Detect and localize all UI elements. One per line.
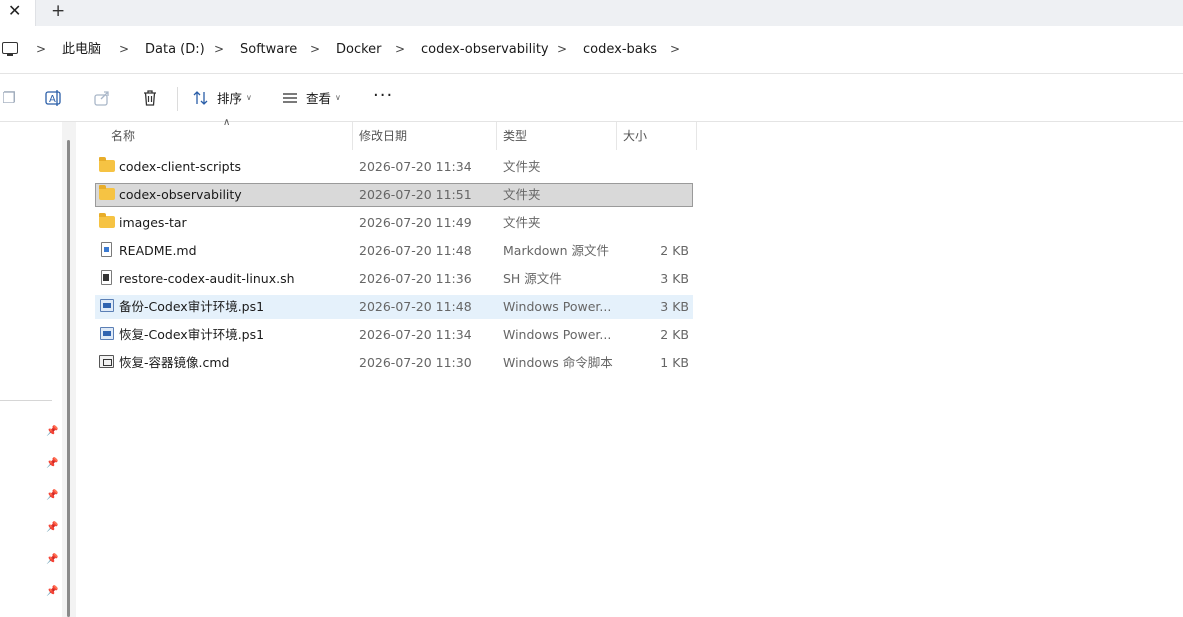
file-type: Windows Power... <box>503 327 612 342</box>
chevron-right-icon[interactable]: > <box>119 40 129 58</box>
column-name[interactable]: 名称 <box>111 129 135 143</box>
file-name: codex-client-scripts <box>119 159 242 174</box>
sort-icon[interactable] <box>192 89 210 107</box>
file-name: images-tar <box>119 215 187 230</box>
pin-icon[interactable]: 📌 <box>46 458 58 470</box>
column-header: 名称 修改日期 类型 大小 <box>78 122 698 150</box>
chevron-right-icon[interactable]: > <box>36 40 46 58</box>
file-row-codex-client-scripts[interactable]: codex-client-scripts 2026-07-20 11:34 文件… <box>95 155 693 179</box>
file-date: 2026-07-20 11:48 <box>359 299 472 314</box>
powershell-file-icon <box>100 299 114 312</box>
more-options-button[interactable]: ··· <box>373 87 393 105</box>
rename-icon[interactable]: A <box>45 89 63 107</box>
markdown-file-icon <box>101 242 112 257</box>
folder-icon <box>99 157 115 172</box>
tab-strip: ✕ + <box>0 0 1183 26</box>
chevron-right-icon[interactable]: > <box>214 40 224 58</box>
file-name: 恢复-Codex审计环境.ps1 <box>119 327 265 342</box>
chevron-down-icon[interactable]: ∨ <box>246 90 252 106</box>
file-date: 2026-07-20 11:34 <box>359 327 472 342</box>
view-icon[interactable] <box>281 89 299 107</box>
file-type: SH 源文件 <box>503 271 562 286</box>
chevron-right-icon[interactable]: > <box>557 40 567 58</box>
breadcrumb-this-pc[interactable]: 此电脑 <box>62 41 101 59</box>
file-date: 2026-07-20 11:30 <box>359 355 472 370</box>
active-tab[interactable]: ✕ <box>0 0 36 26</box>
breadcrumb-software[interactable]: Software <box>240 41 297 59</box>
copy-icon[interactable]: ❐ <box>0 89 18 107</box>
file-name: codex-observability <box>119 187 242 202</box>
file-row-codex-observability[interactable]: codex-observability 2026-07-20 11:51 文件夹 <box>95 183 693 207</box>
file-size: 2 KB <box>660 243 689 258</box>
column-divider[interactable] <box>696 122 697 150</box>
navigation-pane: 📌 📌 📌 📌 📌 📌 <box>0 122 62 617</box>
file-date: 2026-07-20 11:34 <box>359 159 472 174</box>
folder-icon <box>99 213 115 228</box>
file-row-restore-cmd[interactable]: 恢复-容器镜像.cmd 2026-07-20 11:30 Windows 命令脚… <box>95 351 693 375</box>
file-size: 3 KB <box>660 299 689 314</box>
chevron-right-icon[interactable]: > <box>395 40 405 58</box>
pin-icon[interactable]: 📌 <box>46 586 58 598</box>
delete-icon[interactable] <box>141 89 159 107</box>
file-size: 1 KB <box>660 355 689 370</box>
column-divider[interactable] <box>616 122 617 150</box>
folder-icon <box>99 185 115 200</box>
file-date: 2026-07-20 11:51 <box>359 187 472 202</box>
share-icon[interactable] <box>93 89 111 107</box>
file-name: restore-codex-audit-linux.sh <box>119 271 295 286</box>
pin-icon[interactable]: 📌 <box>46 554 58 566</box>
toolbar-divider <box>177 87 178 111</box>
file-type: 文件夹 <box>503 215 541 230</box>
file-date: 2026-07-20 11:36 <box>359 271 472 286</box>
file-row-backup-ps1[interactable]: 备份-Codex审计环境.ps1 2026-07-20 11:48 Window… <box>95 295 693 319</box>
command-bar: ❐ A 排序 ∨ 查看 ∨ ··· <box>0 75 1183 122</box>
column-type[interactable]: 类型 <box>503 129 527 143</box>
file-name: README.md <box>119 243 197 258</box>
breadcrumb-codex-observability[interactable]: codex-observability <box>421 41 549 59</box>
breadcrumb-codex-baks[interactable]: codex-baks <box>583 41 657 59</box>
file-row-restore-sh[interactable]: restore-codex-audit-linux.sh 2026-07-20 … <box>95 267 693 291</box>
view-button[interactable]: 查看 <box>306 91 331 107</box>
new-tab-button[interactable]: + <box>51 0 65 22</box>
pin-icon[interactable]: 📌 <box>46 490 58 502</box>
file-type: 文件夹 <box>503 187 541 202</box>
scrollbar-thumb[interactable] <box>67 140 70 617</box>
column-divider[interactable] <box>352 122 353 150</box>
sort-button[interactable]: 排序 <box>217 91 242 107</box>
chevron-right-icon[interactable]: > <box>310 40 320 58</box>
file-size: 3 KB <box>660 271 689 286</box>
file-date: 2026-07-20 11:49 <box>359 215 472 230</box>
shell-file-icon <box>101 270 112 285</box>
chevron-down-icon[interactable]: ∨ <box>335 90 341 106</box>
close-tab-icon[interactable]: ✕ <box>8 1 21 21</box>
breadcrumb-data-drive[interactable]: Data (D:) <box>145 41 205 59</box>
chevron-right-icon[interactable]: > <box>670 40 680 58</box>
powershell-file-icon <box>100 327 114 340</box>
pin-icon[interactable]: 📌 <box>46 426 58 438</box>
file-type: Windows Power... <box>503 299 612 314</box>
address-bar[interactable]: > 此电脑 > Data (D:) > Software > Docker > … <box>0 26 1183 74</box>
column-size[interactable]: 大小 <box>623 129 647 143</box>
column-divider[interactable] <box>496 122 497 150</box>
file-name: 备份-Codex审计环境.ps1 <box>119 299 265 314</box>
file-size: 2 KB <box>660 327 689 342</box>
nav-divider <box>0 400 52 401</box>
file-name: 恢复-容器镜像.cmd <box>119 355 230 370</box>
file-row-readme[interactable]: README.md 2026-07-20 11:48 Markdown 源文件 … <box>95 239 693 263</box>
file-type: 文件夹 <box>503 159 541 174</box>
file-type: Windows 命令脚本 <box>503 355 613 370</box>
file-date: 2026-07-20 11:48 <box>359 243 472 258</box>
file-row-restore-ps1[interactable]: 恢复-Codex审计环境.ps1 2026-07-20 11:34 Window… <box>95 323 693 347</box>
svg-text:A: A <box>49 94 56 105</box>
computer-icon[interactable] <box>2 42 18 56</box>
pin-icon[interactable]: 📌 <box>46 522 58 534</box>
file-row-images-tar[interactable]: images-tar 2026-07-20 11:49 文件夹 <box>95 211 693 235</box>
column-date-modified[interactable]: 修改日期 <box>359 129 407 143</box>
breadcrumb-docker[interactable]: Docker <box>336 41 382 59</box>
cmd-file-icon <box>99 355 114 368</box>
file-type: Markdown 源文件 <box>503 243 610 258</box>
